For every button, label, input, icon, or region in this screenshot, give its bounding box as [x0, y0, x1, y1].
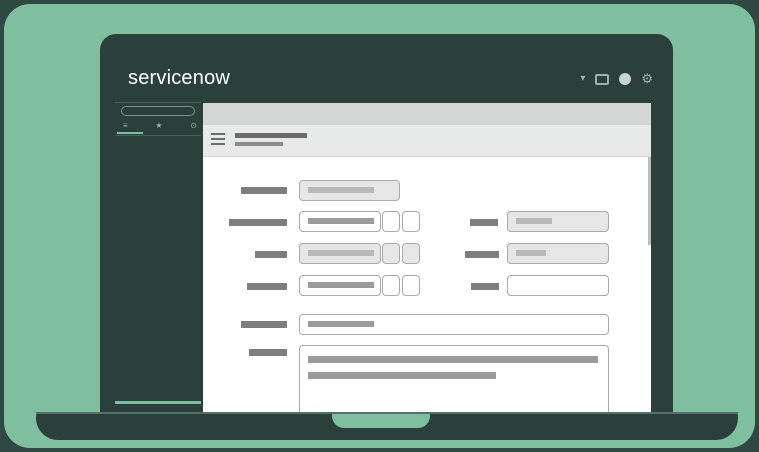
profile-dot-icon[interactable] [619, 73, 632, 85]
field-label-placeholder [255, 251, 287, 258]
reference-field [299, 243, 381, 264]
reference-field[interactable] [299, 211, 381, 232]
field-label-placeholder [471, 283, 499, 290]
field-label-placeholder [247, 283, 287, 290]
field-label-placeholder [470, 219, 498, 226]
gear-icon[interactable]: ⚙ [641, 72, 653, 86]
window-icon[interactable] [595, 73, 610, 85]
readonly-field [507, 243, 609, 264]
nav-tab-favorites[interactable]: ★ [155, 121, 162, 130]
nav-filter-input[interactable] [121, 106, 195, 116]
form-top-bar [203, 103, 651, 125]
lookup-button[interactable] [382, 243, 400, 264]
header-toolbar: ▾ ⚙ [580, 72, 653, 86]
info-button[interactable] [402, 275, 420, 296]
info-button[interactable] [402, 211, 420, 232]
description-textarea[interactable] [299, 345, 609, 415]
field-label-placeholder [249, 349, 287, 356]
field-label-placeholder [229, 219, 287, 226]
lookup-button[interactable] [382, 275, 400, 296]
record-form [203, 103, 651, 415]
reference-field[interactable] [299, 275, 381, 296]
nav-tabs: ≡ ★ ⊙ [123, 121, 197, 130]
hamburger-menu-icon[interactable] [211, 133, 225, 148]
text-field[interactable] [507, 275, 609, 296]
form-subtitle-placeholder [235, 142, 283, 146]
lookup-button[interactable] [382, 211, 400, 232]
form-header [203, 125, 651, 157]
readonly-field [299, 180, 400, 201]
servicenow-logo: servicenow [128, 67, 231, 89]
field-label-placeholder [465, 251, 499, 258]
nav-divider [115, 135, 201, 136]
info-button[interactable] [402, 243, 420, 264]
form-title-placeholder [235, 133, 307, 138]
short-description-field[interactable] [299, 314, 609, 335]
illustration-card: servicenow ▾ ⚙ ≡ ★ ⊙ [4, 4, 755, 448]
nav-active-indicator [117, 132, 143, 134]
field-label-placeholder [241, 321, 287, 328]
nav-tab-all[interactable]: ≡ [123, 121, 128, 130]
navigator-sidebar: ≡ ★ ⊙ [115, 102, 201, 412]
readonly-field [507, 211, 609, 232]
nav-bottom-accent [115, 401, 201, 404]
field-label-placeholder [241, 187, 287, 194]
chevron-down-icon[interactable]: ▾ [580, 72, 585, 86]
nav-tab-history[interactable]: ⊙ [190, 121, 197, 130]
laptop-notch [332, 414, 430, 428]
